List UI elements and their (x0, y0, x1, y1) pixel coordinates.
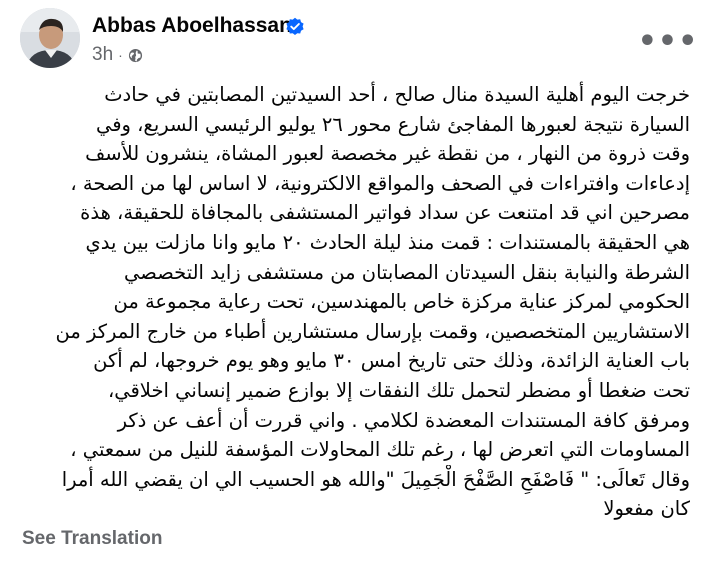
post-text-line: إدعاءات وافتراءات في الصحف والمواقع الال… (70, 171, 690, 195)
post-text-line: الاستشاريين المتخصصين، وقمت بإرسال مستشا… (55, 319, 691, 343)
facebook-post: Abbas Aboelhassan 3h · ••• خرجت اليوم أه… (0, 0, 710, 574)
post-text-line: وقت ذروة من النهار ، من نقطة غير مخصصة ل… (85, 142, 690, 166)
more-horizontal-icon: ••• (637, 24, 699, 59)
post-text-line: الحكومي لمركز عناية مركزة خاص بالمهندسين… (113, 290, 690, 314)
post-text-line: الشرطة والنيابة بنقل السيدتان المصابتان … (124, 260, 690, 284)
author-name[interactable]: Abbas Aboelhassan (92, 14, 292, 38)
post-text-line: باب العناية الزائدة، وذلك حتى تاريخ امس … (93, 349, 690, 373)
post-text-line: هي الحقيقة بالمستندات : قمت منذ ليلة الح… (85, 230, 690, 254)
post-text-line: وقال تَعالَى: " فَاصْفَحِ الصَّفْحَ الْج… (61, 467, 690, 491)
post-text-line: مصرحين اني قد امتنعت عن سداد فواتير المس… (80, 201, 690, 225)
post-text-line: تحت ضغطا أو مضطر لتحمل تلك النفقات إلا ب… (107, 378, 690, 402)
post-meta: 3h · (92, 44, 143, 66)
verified-badge-icon (286, 17, 304, 35)
post-timestamp[interactable]: 3h (92, 44, 113, 66)
more-options-button[interactable]: ••• (637, 22, 699, 62)
post-text-line: ومرفق كافة المستندات المعضدة لكلامي . وا… (117, 408, 690, 432)
post-text-line: كان مفعولا (603, 497, 690, 521)
post-text-line: خرجت اليوم أهلية السيدة منال صالح ، أحد … (104, 83, 690, 106)
author-avatar[interactable] (20, 8, 80, 68)
avatar-photo (20, 8, 80, 68)
meta-separator: · (118, 47, 123, 63)
post-text: خرجت اليوم أهلية السيدة منال صالح ، أحد … (18, 80, 691, 520)
post-text-line: السيارة نتيجة لعبورها المفاجئ شارع محور … (95, 112, 690, 136)
globe-icon[interactable] (128, 48, 143, 63)
see-translation-link[interactable]: See Translation (22, 528, 162, 550)
post-text-line: المساومات التي اتعرض لها ، رغم تلك المحا… (70, 438, 690, 462)
